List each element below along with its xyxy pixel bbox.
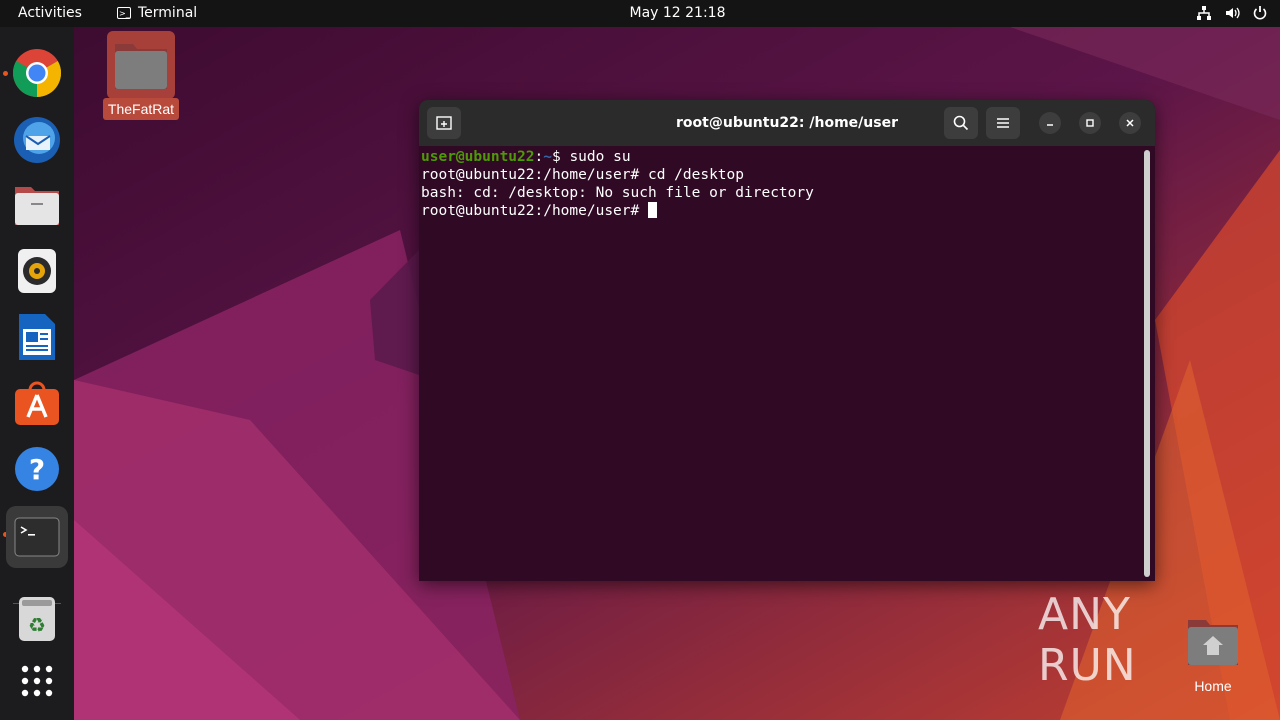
writer-launcher[interactable] [8, 308, 66, 366]
close-icon [1126, 119, 1134, 127]
watermark-text: ANY RUN [1038, 588, 1137, 691]
terminal-line: root@ubuntu22:/home/user# cd /desktop [421, 167, 745, 183]
desktop-folder-label: TheFatRat [103, 98, 179, 120]
grid-icon [21, 665, 53, 697]
rhythmbox-launcher[interactable] [8, 242, 66, 300]
help-launcher[interactable]: ? [8, 440, 66, 498]
show-apps-button[interactable] [8, 652, 66, 710]
menu-button[interactable] [986, 107, 1020, 139]
thunderbird-launcher[interactable] [8, 110, 66, 168]
chrome-launcher[interactable] [8, 44, 66, 102]
search-button[interactable] [944, 107, 978, 139]
terminal-window[interactable]: root@ubuntu22: /home/user user@ubuntu22:… [419, 100, 1155, 581]
close-button[interactable] [1119, 112, 1141, 134]
system-tray[interactable] [1196, 5, 1268, 21]
network-icon [1197, 6, 1211, 20]
svg-text:♻: ♻ [28, 613, 46, 637]
thunderbird-icon [14, 117, 60, 163]
search-icon [953, 115, 969, 131]
help-icon: ? [15, 447, 59, 491]
trash-icon: ♻ [19, 597, 55, 641]
prompt-path: ~ [543, 149, 552, 165]
prompt-text: root@ubuntu22:/home/user# [421, 203, 648, 219]
top-bar: Activities >_ Terminal May 12 21:18 [0, 0, 1280, 27]
chrome-icon [12, 49, 62, 98]
terminal-launcher[interactable] [6, 506, 68, 568]
trash-launcher[interactable]: ♻ [8, 590, 66, 648]
document-icon [19, 314, 55, 360]
text-cursor [647, 202, 657, 218]
speaker-icon [18, 249, 56, 293]
prompt-separator: : [534, 149, 544, 165]
terminal-output[interactable]: user@ubuntu22:~$ sudo su root@ubuntu22:/h… [421, 148, 1141, 220]
desktop-folder-thefatrat[interactable]: TheFatRat [103, 31, 179, 121]
hamburger-icon [997, 118, 1009, 128]
prompt-user-host: user@ubuntu22 [421, 149, 535, 165]
minimize-button[interactable] [1039, 112, 1061, 134]
files-launcher[interactable] [8, 176, 66, 234]
terminal-line: bash: cd: /desktop: No such file or dire… [421, 185, 814, 201]
svg-text:?: ? [29, 453, 45, 486]
volume-icon [1226, 7, 1240, 19]
power-icon [1253, 6, 1267, 20]
folder-icon [15, 187, 59, 225]
maximize-icon [1086, 119, 1094, 127]
terminal-headerbar[interactable]: root@ubuntu22: /home/user [419, 100, 1155, 146]
scrollbar[interactable] [1144, 150, 1150, 577]
anyrun-watermark: ANY RUN [1038, 589, 1238, 691]
terminal-line: user@ubuntu22:~$ sudo su [421, 148, 1141, 166]
shopping-bag-icon [15, 381, 59, 425]
maximize-button[interactable] [1079, 112, 1101, 134]
terminal-icon [14, 517, 60, 557]
command-text: sudo su [569, 149, 631, 165]
prompt-symbol: $ [551, 149, 570, 165]
folder-icon [115, 44, 167, 89]
clock[interactable]: May 12 21:18 [0, 5, 1280, 21]
software-launcher[interactable] [8, 374, 66, 432]
minimize-icon [1047, 124, 1053, 126]
terminal-line: root@ubuntu22:/home/user# [421, 202, 1141, 220]
dock: ? ♻ [0, 27, 74, 720]
